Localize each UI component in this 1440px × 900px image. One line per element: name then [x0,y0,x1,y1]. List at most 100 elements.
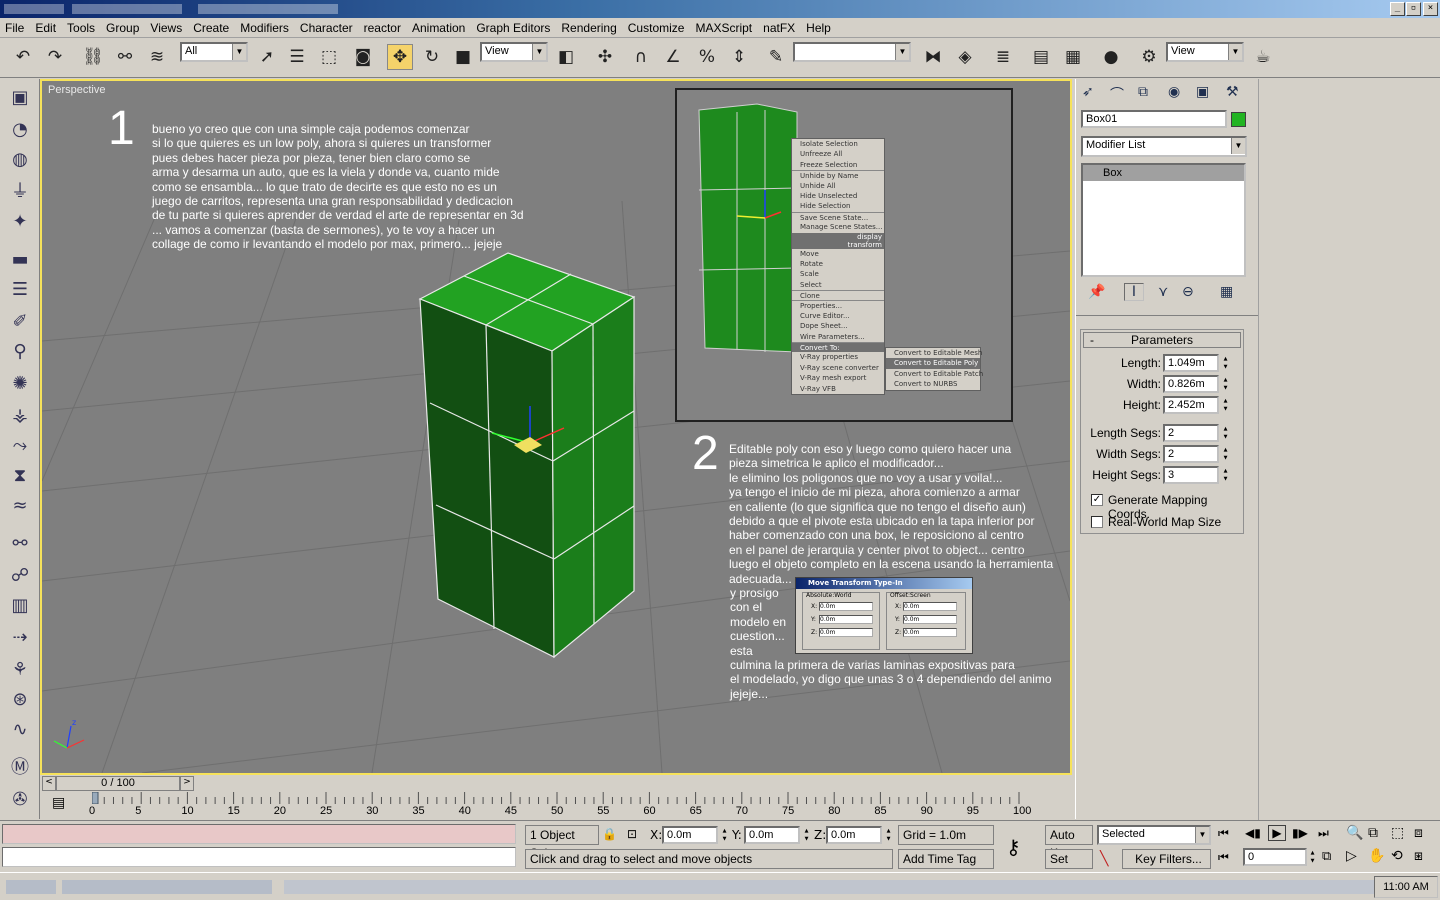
key-filters-button[interactable]: Key Filters... [1122,849,1211,869]
spinner-snap-icon[interactable]: ⇕ [726,44,752,70]
motion-tab-icon[interactable]: ◉ [1168,84,1180,100]
off-y-field[interactable]: 0.0m [903,615,957,624]
angle-snap-icon[interactable]: ∠ [660,44,686,70]
redo-icon[interactable]: ↷ [42,44,68,70]
z-coord-input[interactable]: 0.0m [826,826,882,844]
next-frame-icon[interactable]: ▮▶ [1292,826,1308,840]
bind-space-warp-icon[interactable]: ≋ [144,44,170,70]
goto-start-icon[interactable]: ⏮ [1218,826,1229,841]
minimize-button[interactable]: _ [1390,2,1405,16]
layer-manager-icon[interactable]: ≣ [990,44,1016,70]
key-mode-toggle-icon[interactable]: ⏮ [1218,850,1229,865]
manipulate-icon[interactable]: ✣ [592,44,618,70]
ctx-item[interactable]: Rotate [792,259,884,269]
menu-help[interactable]: Help [806,21,831,35]
restore-button[interactable]: ▫ [1406,2,1421,16]
ctx-item[interactable]: Move [792,249,884,259]
ctx-item[interactable]: Save Scene State... [792,211,884,222]
ctx-item[interactable]: V-Ray properties [792,352,884,362]
undo-icon[interactable]: ↶ [10,44,36,70]
ctx-item[interactable]: Unhide All [792,181,884,191]
maxscript-listener-pink[interactable] [2,824,516,844]
cameras-icon[interactable]: ⚯ [7,531,33,557]
submenu-item[interactable]: Convert to NURBS [886,379,980,389]
menu-natfx[interactable]: natFX [763,21,795,35]
auto-key-button[interactable]: Auto Key [1045,825,1093,860]
stack-item-box[interactable]: Box [1083,165,1244,181]
select-by-name-icon[interactable]: ☰ [284,44,310,70]
generate-mapping-checkbox[interactable]: ✓ [1091,494,1103,506]
y-coord-spinner[interactable]: ▲ ▼ [802,827,811,843]
menu-file[interactable]: File [5,21,24,35]
bones-icon[interactable]: ☍ [7,563,33,589]
x-coord-spinner[interactable]: ▲ ▼ [720,827,729,843]
menu-create[interactable]: Create [193,21,229,35]
mirror-icon[interactable]: ⧓ [920,44,946,70]
modifiers-icon[interactable]: ⚶ [7,403,33,429]
height-segs-input[interactable]: 3 [1163,466,1219,484]
curve-editor-icon[interactable]: ▤ [1028,44,1054,70]
width-spinner[interactable]: ▲ ▼ [1221,376,1230,392]
length-segs-input[interactable]: 2 [1163,424,1219,442]
biped-icon[interactable]: ⚘ [7,657,33,683]
menu-customize[interactable]: Customize [628,21,685,35]
off-z-field[interactable]: 0.0m [903,628,957,637]
submenu-item-editable-poly[interactable]: Convert to Editable Poly [886,358,980,369]
menu-maxscript[interactable]: MAXScript [695,21,752,35]
field-of-view-icon[interactable]: ▷ [1346,848,1357,864]
menu-reactor[interactable]: reactor [364,21,401,35]
zoom-all-icon[interactable]: ⧉ [1368,825,1378,841]
abs-y-field[interactable]: 0.0m [819,615,873,624]
goto-end-icon[interactable]: ⏭ [1318,826,1329,841]
create-tab-icon[interactable]: ➶ [1082,84,1094,100]
absolute-mode-icon[interactable]: ⊡ [627,827,637,841]
height-segs-spinner[interactable]: ▲ ▼ [1221,467,1230,483]
zoom-icon[interactable]: 🔍 [1346,825,1363,841]
menu-animation[interactable]: Animation [412,21,465,35]
wave-icon[interactable]: ≈ [7,493,33,519]
z-coord-spinner[interactable]: ▲ ▼ [884,827,893,843]
percent-snap-icon[interactable]: % [694,44,720,70]
select-object-icon[interactable]: ➚ [254,44,280,70]
width-segs-input[interactable]: 2 [1163,445,1219,463]
snaps-toggle-icon[interactable]: ∩ [628,44,654,70]
perspective-viewport[interactable]: Perspective z 1 bueno yo creo que con un… [40,79,1072,775]
width-input[interactable]: 0.826m [1163,375,1219,393]
start-button-blur[interactable] [6,880,56,894]
named-selection-dropdown[interactable]: ▼ [793,42,911,62]
width-segs-spinner[interactable]: ▲ ▼ [1221,446,1230,462]
maxscript-icon[interactable]: Ⓜ [7,755,33,781]
lights-icon[interactable]: ⏚ [7,179,33,205]
menu-modifiers[interactable]: Modifiers [240,21,289,35]
ctx-item[interactable]: V-Ray scene converter [792,363,884,373]
off-x-field[interactable]: 0.0m [903,602,957,611]
pan-icon[interactable]: ✋ [1368,848,1385,864]
abs-x-field[interactable]: 0.0m [819,602,873,611]
length-spinner[interactable]: ▲ ▼ [1221,355,1230,371]
modifier-list-dropdown[interactable]: Modifier List ▼ [1081,136,1247,157]
x-coord-input[interactable]: 0.0m [662,826,718,844]
pivot-center-icon[interactable]: ◧ [553,44,579,70]
ctx-item[interactable]: Unhide by Name [792,170,884,180]
ctx-item[interactable]: V-Ray mesh export [792,373,884,383]
ctx-item[interactable]: Clone [792,290,884,300]
length-segs-spinner[interactable]: ▲ ▼ [1221,425,1230,441]
abs-z-field[interactable]: 0.0m [819,628,873,637]
align-icon[interactable]: ◈ [952,44,978,70]
add-time-tag-button[interactable]: Add Time Tag [898,849,994,869]
render-type-dropdown[interactable]: View ▼ [1166,42,1244,62]
menu-edit[interactable]: Edit [35,21,56,35]
key-selection-set-dropdown[interactable]: Selected ▼ [1097,825,1211,845]
bricks-icon[interactable]: ▥ [7,593,33,619]
ref-coord-dropdown[interactable]: View ▼ [480,42,548,62]
select-and-scale-icon[interactable]: ■ [450,44,476,70]
parameters-rollout-header[interactable]: - Parameters [1083,332,1241,348]
menu-tools[interactable]: Tools [67,21,95,35]
make-unique-icon[interactable]: ⋎ [1158,284,1168,300]
display-tab-icon[interactable]: ▣ [1196,84,1209,100]
material-editor-icon[interactable]: ● [1098,44,1124,70]
maxscript-listener-white[interactable] [2,847,516,867]
current-frame-input[interactable]: 0 [1243,848,1307,866]
height-spinner[interactable]: ▲ ▼ [1221,397,1230,413]
ctx-item[interactable]: Isolate Selection [792,139,884,149]
